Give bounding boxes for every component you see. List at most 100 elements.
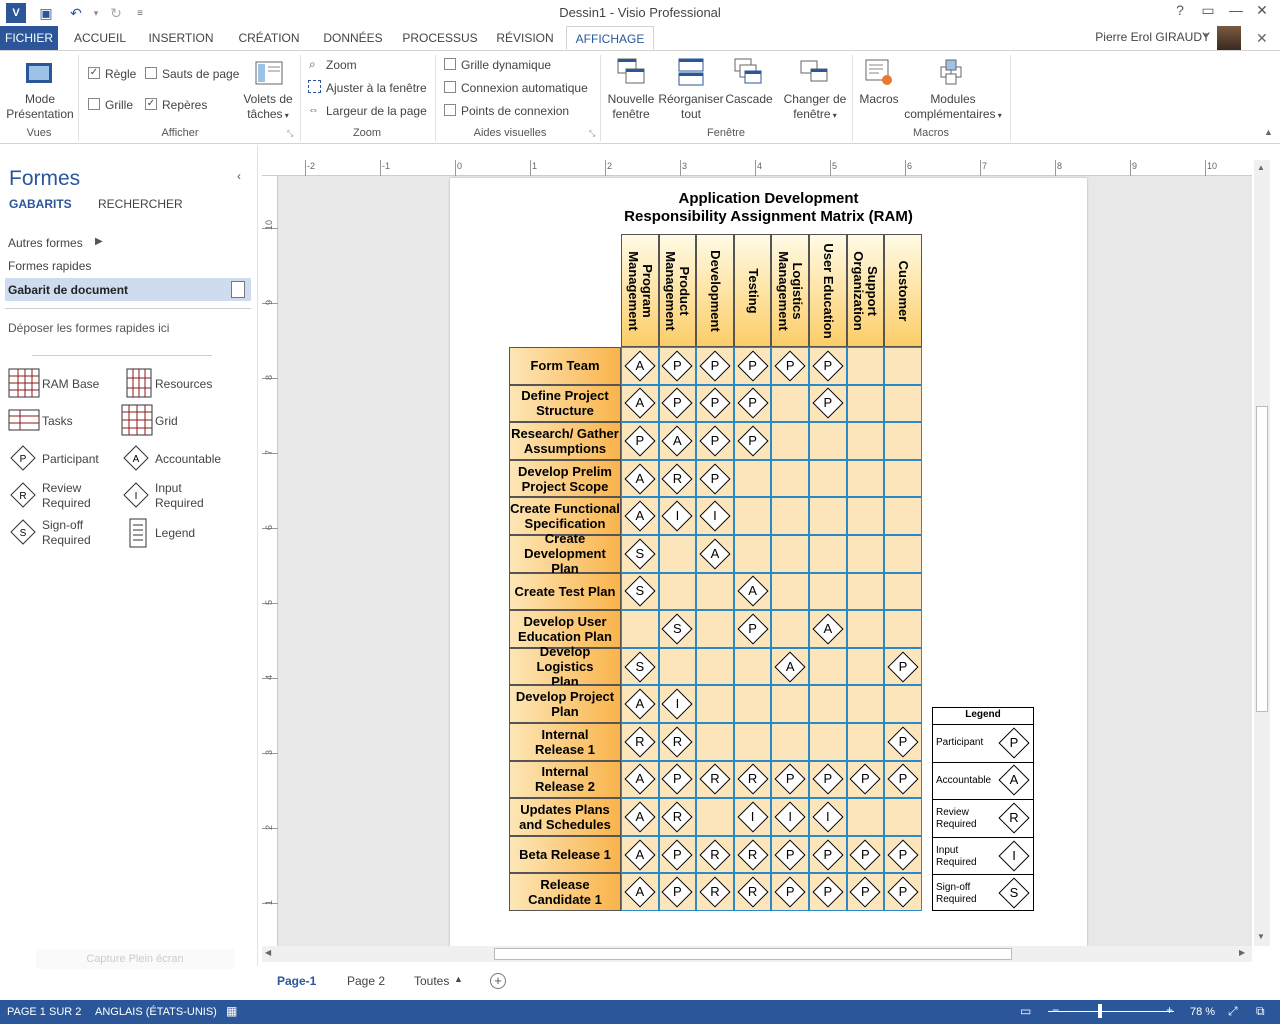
grid-icon[interactable] [121,404,153,436]
matrix-cell[interactable]: P [771,835,809,874]
matrix-cell[interactable]: A [621,798,659,836]
responsibility-symbol[interactable]: P [661,387,693,419]
matrix-cell[interactable]: A [733,572,772,611]
matrix-cell[interactable]: A [621,459,659,498]
addins-icon[interactable] [937,57,967,87]
matrix-cell[interactable] [621,610,659,648]
connexion-auto-label[interactable]: Connexion automatique [461,81,588,95]
matrix-cell[interactable] [771,384,809,423]
row-header[interactable]: Internal Release 2 [509,760,621,799]
zoom-slider-thumb[interactable] [1098,1004,1102,1018]
row-header[interactable]: Research/ Gather Assumptions [509,422,621,460]
row-header[interactable]: Develop Project Plan [509,685,621,723]
column-header[interactable]: Product Management [658,234,697,347]
responsibility-symbol[interactable]: P [887,726,919,758]
responsibility-symbol[interactable]: R [661,801,693,833]
responsibility-symbol[interactable]: P [774,350,806,382]
legend-icon[interactable] [129,518,147,548]
tab-donnees[interactable]: DONNÉES [318,26,388,50]
tab-revision[interactable]: RÉVISION [490,26,560,50]
matrix-cell[interactable]: P [658,760,697,799]
responsibility-symbol[interactable]: I [737,801,769,833]
tab-rechercher[interactable]: RECHERCHER [98,197,183,211]
regle-label[interactable]: Règle [105,67,136,81]
matrix-cell[interactable]: R [696,873,734,911]
cascade-label[interactable]: Cascade [722,92,776,107]
responsibility-symbol[interactable]: P [849,876,881,908]
page-tab-2[interactable]: Page 2 [347,974,385,988]
matrix-cell[interactable] [733,459,772,498]
matrix-cell[interactable] [733,723,772,761]
zoom-slider[interactable] [1048,1011,1174,1012]
responsibility-symbol[interactable]: P [887,651,919,683]
matrix-cell[interactable]: P [733,610,772,648]
minimize-button[interactable]: — [1224,2,1248,22]
review-required-label[interactable]: Review Required [42,481,91,511]
responsibility-symbol[interactable]: P [624,425,656,457]
row-header[interactable]: Beta Release 1 [509,835,621,874]
matrix-cell[interactable] [696,572,734,611]
matrix-cell[interactable] [846,647,885,686]
matrix-cell[interactable] [884,685,922,723]
tab-gabarits[interactable]: GABARITS [9,197,72,211]
responsibility-symbol[interactable]: P [737,350,769,382]
horizontal-scrollbar[interactable]: ◀ ▶ [262,946,1252,962]
matrix-cell[interactable]: A [621,873,659,911]
task-panes-icon[interactable] [254,59,284,89]
matrix-cell[interactable] [696,610,734,648]
modules-label[interactable]: Modules complémentaires ▾ [900,92,1006,123]
matrix-cell[interactable]: R [658,798,697,836]
responsibility-symbol[interactable]: A [624,463,656,495]
matrix-cell[interactable]: I [658,497,697,535]
matrix-cell[interactable]: P [884,647,922,686]
restore-ribbon-icon[interactable]: ▭ [1196,2,1220,22]
resources-label[interactable]: Resources [155,377,212,391]
matrix-cell[interactable] [846,610,885,648]
column-header[interactable]: Testing [733,234,772,347]
matrix-cell[interactable]: P [696,459,734,498]
responsibility-symbol[interactable]: A [624,801,656,833]
matrix-cell[interactable]: A [696,535,734,573]
responsibility-symbol[interactable]: R [699,876,731,908]
matrix-cell[interactable] [733,535,772,573]
responsibility-symbol[interactable]: R [737,763,769,795]
matrix-cell[interactable] [846,685,885,723]
matrix-cell[interactable] [771,497,809,535]
macro-record-icon[interactable]: ▦ [226,1004,237,1018]
matrix-cell[interactable]: P [696,422,734,460]
collapse-ribbon-icon[interactable]: ▲ [1264,127,1273,137]
responsibility-symbol[interactable]: P [661,350,693,382]
matrix-cell[interactable]: P [846,760,885,799]
matrix-cell[interactable]: A [809,610,847,648]
cascade-icon[interactable] [733,57,763,87]
responsibility-symbol[interactable]: R [699,763,731,795]
responsibility-symbol[interactable]: A [661,425,693,457]
matrix-cell[interactable]: A [621,760,659,799]
ram-base-icon[interactable] [8,368,40,398]
points-connexion-checkbox[interactable] [444,104,456,116]
matrix-cell[interactable] [809,535,847,573]
vertical-scrollbar[interactable]: ▲ ▼ [1254,160,1270,946]
language-indicator[interactable]: ANGLAIS (ÉTATS-UNIS) [95,1006,217,1018]
matrix-cell[interactable] [809,685,847,723]
responsibility-symbol[interactable]: R [699,839,731,871]
user-name[interactable]: Pierre Erol GIRAUDY [1095,30,1210,44]
zoom-level[interactable]: 78 % [1190,1006,1215,1018]
matrix-cell[interactable] [771,422,809,460]
close-document-icon[interactable]: ✕ [1256,30,1268,47]
page-indicator[interactable]: PAGE 1 SUR 2 [7,1006,81,1018]
vertical-ruler[interactable]: 10 9 8 7 6 5 4 3 2 1 [262,176,278,946]
ram-base-label[interactable]: RAM Base [42,377,99,391]
responsibility-symbol[interactable]: P [661,839,693,871]
responsibility-symbol[interactable]: P [887,876,919,908]
responsibility-symbol[interactable]: A [624,688,656,720]
row-header[interactable]: Develop User Education Plan [509,610,621,648]
tasks-icon[interactable] [8,409,40,431]
matrix-cell[interactable] [846,459,885,498]
matrix-cell[interactable]: P [771,347,809,385]
matrix-cell[interactable]: R [733,873,772,911]
responsibility-symbol[interactable]: P [737,425,769,457]
row-header[interactable]: Create Development Plan [509,531,621,576]
row-header[interactable]: Develop Logistics Plan [509,644,621,689]
matrix-cell[interactable]: P [809,384,847,423]
